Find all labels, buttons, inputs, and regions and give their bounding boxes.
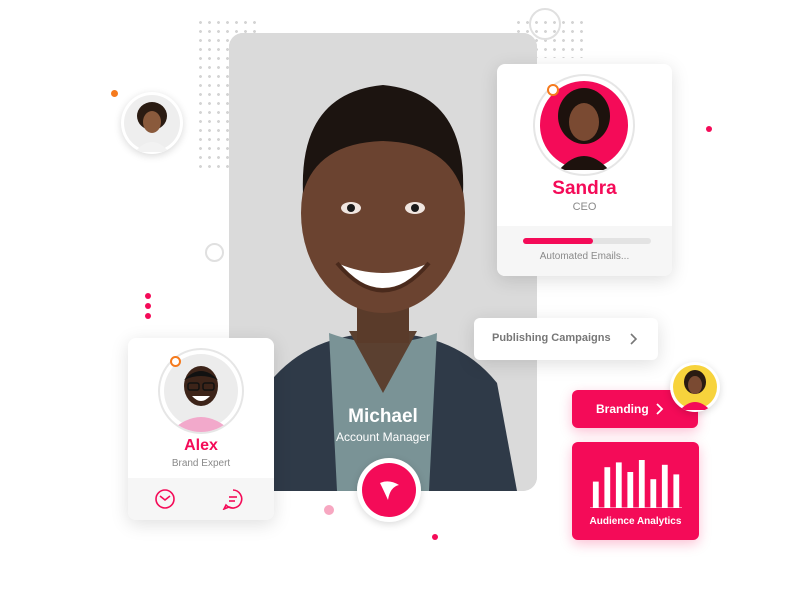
analytics-bar xyxy=(650,479,657,508)
analytics-bar xyxy=(592,481,599,508)
mail-icon[interactable] xyxy=(154,488,176,510)
analytics-bar xyxy=(604,467,611,508)
decor-dot-orange xyxy=(111,90,118,97)
sandra-online-dot xyxy=(547,84,559,96)
chat-icon[interactable] xyxy=(222,488,244,510)
analytics-bar xyxy=(638,460,645,508)
play-logo-button[interactable] xyxy=(357,458,421,522)
publishing-campaigns-label: Publishing Campaigns xyxy=(492,332,611,344)
chevron-right-icon xyxy=(656,403,664,415)
analytics-bar xyxy=(673,474,680,508)
sandra-role: CEO xyxy=(572,201,597,213)
decor-dot-red-bottom xyxy=(432,534,438,540)
decor-dot-pink xyxy=(324,505,334,515)
decor-ring-top xyxy=(529,8,561,40)
analytics-bar-chart xyxy=(590,460,682,508)
analytics-bar xyxy=(615,462,622,508)
automation-progress-fill xyxy=(523,238,594,244)
main-profile-name: Michael xyxy=(348,406,418,427)
play-logo-icon xyxy=(380,481,399,500)
decor-ring-left xyxy=(205,243,224,262)
automation-status-label: Automated Emails... xyxy=(539,251,630,262)
sandra-name: Sandra xyxy=(552,178,617,199)
audience-analytics-card[interactable]: Audience Analytics xyxy=(572,442,699,540)
alex-card-footer xyxy=(128,478,274,520)
decor-dot-red-right xyxy=(706,126,712,132)
alex-online-dot xyxy=(170,356,181,367)
automation-progress-track xyxy=(523,238,651,244)
main-profile-role: Account Manager xyxy=(335,430,431,444)
alex-role: Brand Expert xyxy=(171,458,231,469)
sandra-card-footer: Automated Emails... xyxy=(497,226,672,276)
avatar-woman-yellow xyxy=(670,362,720,412)
alex-profile-card[interactable]: Alex Brand Expert xyxy=(128,338,274,520)
main-profile-photo: Michael Account Manager xyxy=(229,33,537,491)
sandra-profile-card[interactable]: Sandra CEO Automated Emails... xyxy=(497,64,672,276)
chevron-right-icon xyxy=(630,333,638,345)
vertical-dots-decor xyxy=(145,293,151,319)
analytics-bar xyxy=(661,464,668,508)
analytics-bar xyxy=(627,472,634,508)
branding-label: Branding xyxy=(596,402,649,416)
audience-analytics-label: Audience Analytics xyxy=(589,516,682,527)
avatar-woman-small xyxy=(121,92,183,154)
publishing-campaigns-button[interactable]: Publishing Campaigns xyxy=(474,318,658,360)
alex-name: Alex xyxy=(184,437,218,454)
